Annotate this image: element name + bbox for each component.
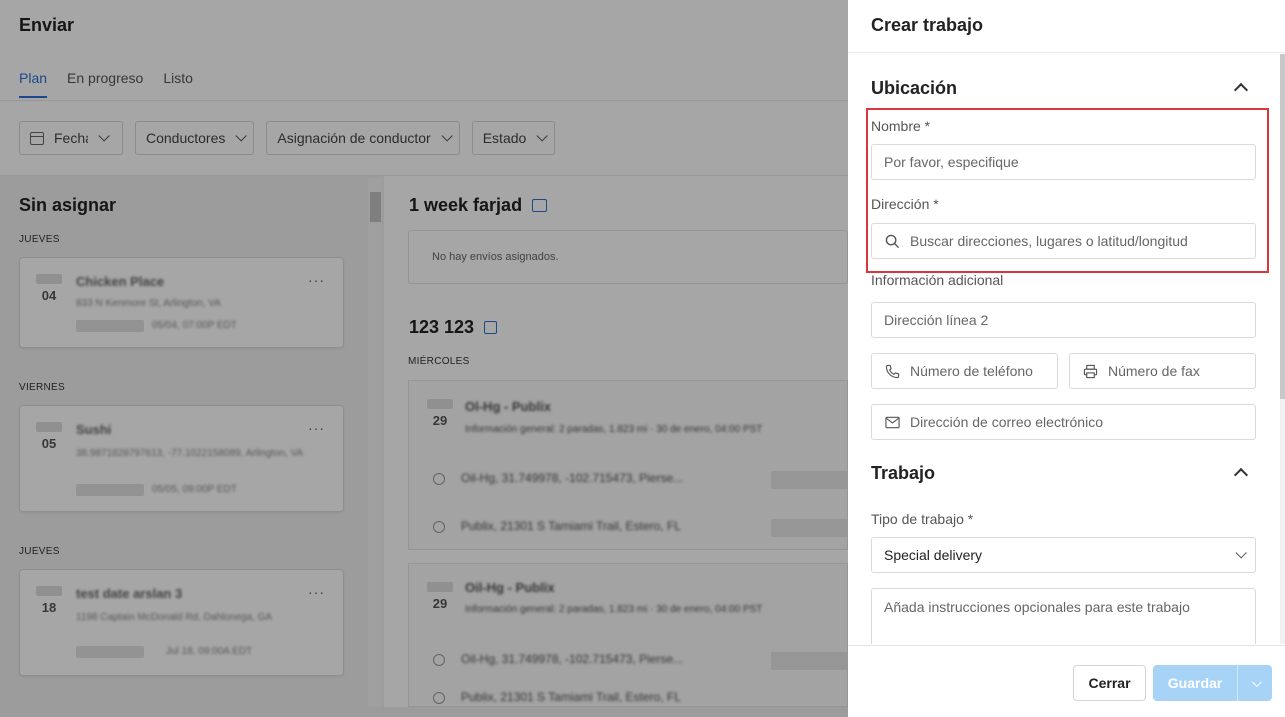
save-button-label: Guardar	[1167, 675, 1223, 691]
drawer-scrollbar[interactable]	[1280, 54, 1285, 644]
location-section-title: Ubicación	[871, 78, 958, 98]
job-section-title: Trabajo	[871, 463, 936, 483]
save-options-dropdown[interactable]	[1238, 676, 1272, 687]
additional-info-label: Información adicional	[871, 272, 1004, 288]
drawer-footer: Cerrar Guardar	[848, 645, 1285, 717]
search-icon	[884, 233, 900, 249]
drawer-header: Crear trabajo	[848, 0, 1285, 53]
email-placeholder: Dirección de correo electrónico	[910, 414, 1103, 430]
chevron-down-icon	[1251, 676, 1262, 687]
name-placeholder: Por favor, especifique	[884, 154, 1019, 170]
instructions-textarea[interactable]: Añada instrucciones opcionales para este…	[871, 588, 1256, 644]
chevron-up-icon[interactable]	[1233, 467, 1249, 483]
phone-icon	[884, 363, 900, 379]
address-placeholder: Buscar direcciones, lugares o latitud/lo…	[910, 233, 1188, 249]
close-button[interactable]: Cerrar	[1073, 665, 1146, 701]
mail-icon	[884, 414, 900, 430]
name-input[interactable]: Por favor, especifique	[871, 144, 1256, 180]
scrollbar-thumb[interactable]	[1280, 54, 1285, 399]
phone-input[interactable]: Número de teléfono	[871, 353, 1058, 389]
drawer-title: Crear trabajo	[871, 15, 984, 35]
address-label: Dirección *	[871, 196, 939, 212]
address-line-2-placeholder: Dirección línea 2	[884, 312, 989, 328]
instructions-placeholder: Añada instrucciones opcionales para este…	[884, 599, 1190, 615]
modal-backdrop[interactable]	[0, 0, 848, 717]
save-button[interactable]: Guardar	[1153, 665, 1272, 701]
job-type-select[interactable]: Special delivery	[871, 537, 1256, 573]
address-line-2-input[interactable]: Dirección línea 2	[871, 302, 1256, 338]
create-job-drawer: Crear trabajo Ubicación Nombre * Por fav…	[848, 0, 1285, 717]
chevron-down-icon	[1235, 547, 1247, 559]
job-type-label: Tipo de trabajo *	[871, 511, 974, 527]
email-input[interactable]: Dirección de correo electrónico	[871, 404, 1256, 440]
fax-placeholder: Número de fax	[1108, 363, 1200, 379]
job-type-value: Special delivery	[884, 547, 983, 563]
fax-input[interactable]: Número de fax	[1069, 353, 1256, 389]
printer-icon	[1082, 363, 1098, 379]
address-search-input[interactable]: Buscar direcciones, lugares o latitud/lo…	[871, 223, 1256, 259]
chevron-up-icon[interactable]	[1233, 82, 1249, 98]
drawer-body: Ubicación Nombre * Por favor, especifiqu…	[848, 54, 1278, 644]
phone-placeholder: Número de teléfono	[910, 363, 1033, 379]
name-label: Nombre *	[871, 118, 931, 134]
